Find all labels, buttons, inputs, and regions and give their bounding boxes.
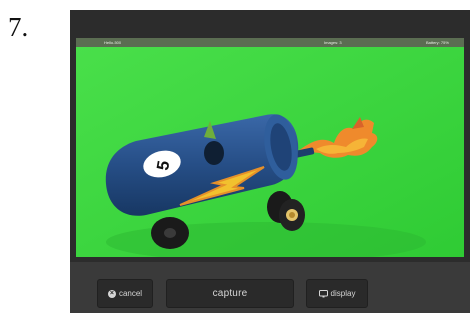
cancel-button-label: cancel — [118, 289, 143, 298]
display-button-label: display — [330, 289, 356, 298]
display-button[interactable]: display — [306, 279, 368, 308]
status-bar: Hello-500 Images: 3 Battery: 75% — [76, 38, 464, 47]
control-bar: × cancel capture display — [70, 262, 470, 313]
capture-button-label: capture — [212, 288, 248, 299]
capture-button[interactable]: capture — [166, 279, 294, 308]
cancel-button[interactable]: × cancel — [97, 279, 153, 308]
close-circle-icon: × — [107, 289, 116, 298]
status-image-count: Images: 3 — [324, 40, 342, 45]
monitor-icon — [318, 289, 328, 298]
camera-app-screen: Hello-500 Images: 3 Battery: 75% 5 × can… — [70, 10, 470, 313]
status-device-name: Hello-500 — [104, 40, 122, 45]
toy-car-photo: 5 — [76, 47, 464, 257]
step-number: 7. — [8, 12, 29, 42]
status-battery: Battery: 75% — [426, 40, 449, 45]
camera-viewfinder: 5 — [76, 47, 464, 257]
